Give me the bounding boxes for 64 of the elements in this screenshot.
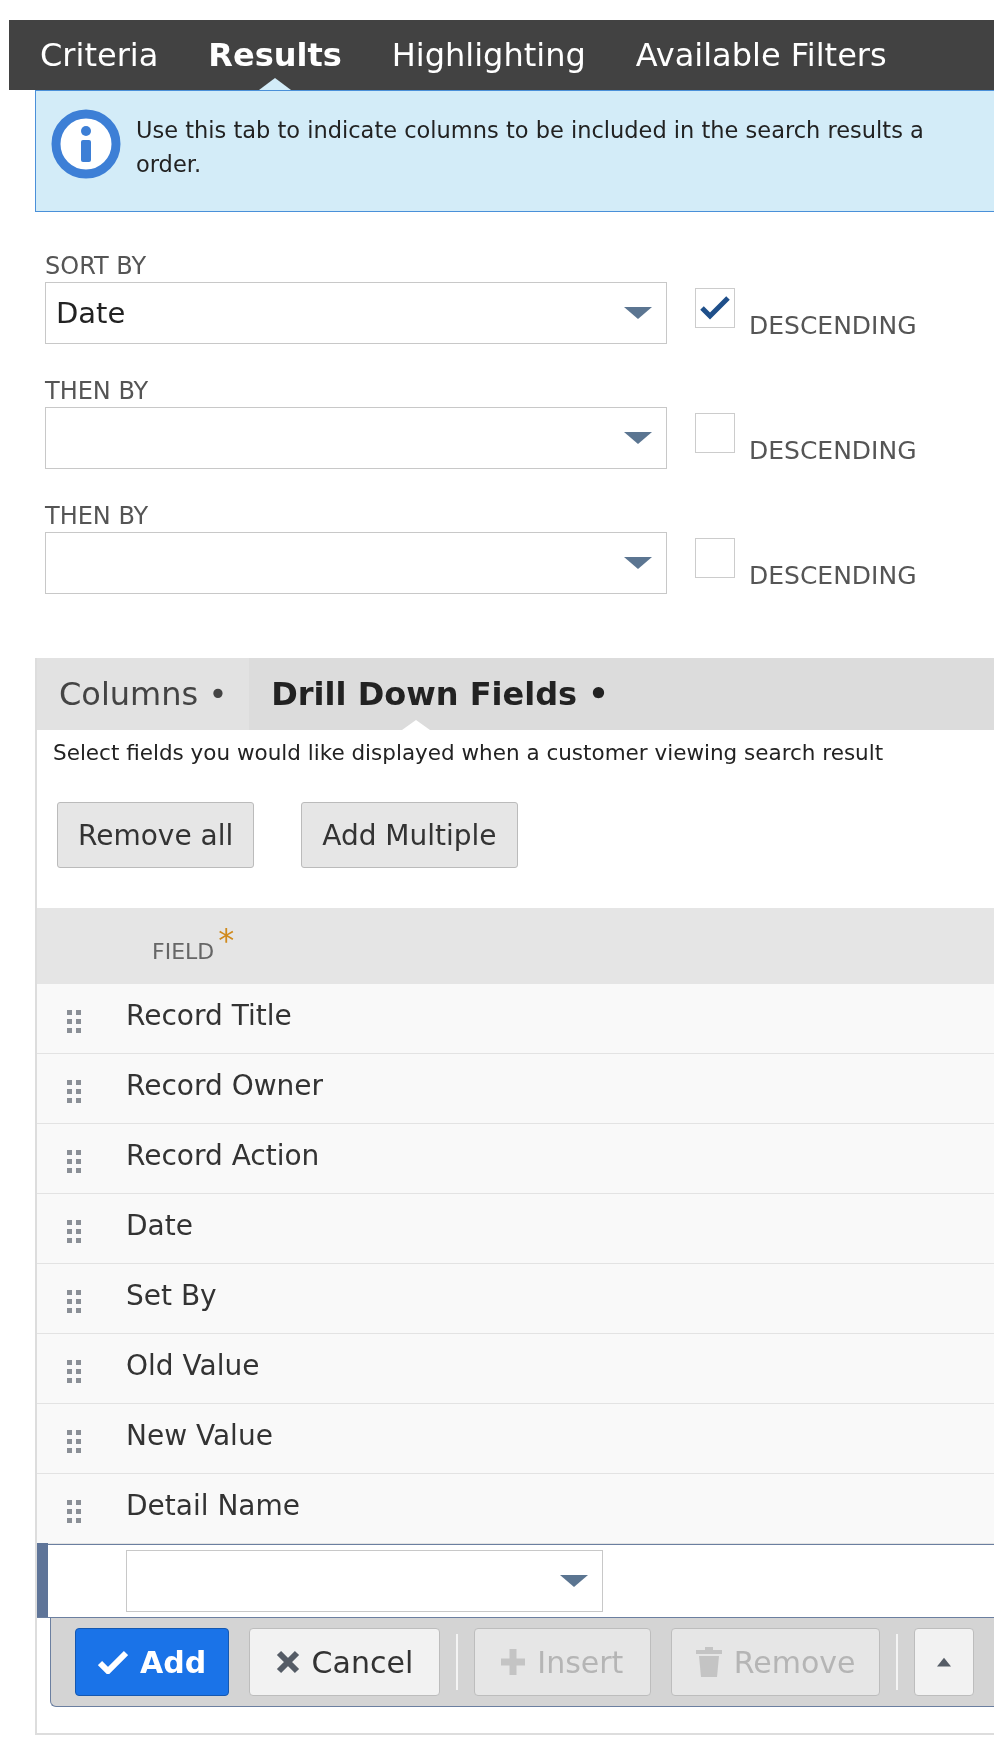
drag-handle-icon [67,1360,81,1383]
tab[interactable]: Highlighting [391,20,586,90]
checkbox-label: DESCENDING [749,310,917,340]
dropdown-field[interactable] [45,407,667,469]
add-button[interactable]: Add [75,1628,230,1696]
drag-handle-icon [67,1220,81,1243]
required-mark: * [218,921,235,959]
table-row[interactable]: Record Action [37,1124,994,1194]
tab[interactable]: Available Filters [635,20,887,90]
dropdown-field[interactable]: Date [45,282,667,344]
checkbox[interactable] [695,538,735,578]
field-label: THEN BY [45,501,150,532]
info-icon [50,108,122,180]
check-icon [700,295,730,321]
table-cell: Record Owner [126,1069,324,1102]
caret-icon [624,307,652,319]
caret-icon [624,432,652,444]
drag-handle-icon [67,1010,81,1033]
info-text: Use this tab to indicate columns to be included in the search results a [136,116,924,145]
dropdown-field[interactable] [45,532,667,594]
table-row[interactable]: Set By [37,1264,994,1334]
subtab[interactable]: Drill Down Fields • [249,658,631,730]
table-cell: Date [126,1209,193,1242]
table-row[interactable]: Record Owner [37,1054,994,1124]
dropdown-field[interactable] [126,1550,603,1612]
tab[interactable]: Results [208,20,342,90]
action-button[interactable]: Remove all [57,802,255,868]
subtab[interactable]: Columns • [37,658,250,730]
checkbox[interactable] [695,288,735,328]
table-cell: Old Value [126,1349,260,1382]
table-cell: Record Title [126,999,292,1032]
check-icon [98,1650,128,1674]
arrow-icon [937,1657,951,1667]
checkbox-label: DESCENDING [749,435,917,465]
info-text: order. [136,150,203,179]
drag-handle-icon [67,1500,81,1523]
cancel-button[interactable]: Cancel [249,1628,440,1696]
drag-handle-icon [67,1290,81,1313]
description-text: Select fields you would like displayed when a customer viewing search result [53,739,885,767]
close-icon [275,1650,300,1674]
table-row[interactable]: Date [37,1194,994,1264]
table-cell: Set By [126,1279,217,1312]
table-row[interactable]: Detail Name [37,1474,994,1544]
field-label: SORT BY [45,251,148,282]
drag-handle-icon [67,1430,81,1453]
table-cell: Detail Name [126,1489,300,1522]
checkbox-label: DESCENDING [749,560,917,590]
plus-icon [501,1649,526,1675]
trash-icon [695,1647,722,1677]
tab[interactable]: Criteria [40,20,159,90]
field-label: THEN BY [45,376,150,407]
drag-handle-icon [67,1080,81,1103]
caret-icon [560,1575,588,1587]
caret-icon [624,557,652,569]
table-cell: New Value [126,1419,273,1452]
action-button[interactable]: Add Multiple [301,802,518,868]
checkbox[interactable] [695,413,735,453]
drag-handle-icon [67,1150,81,1173]
table-row[interactable]: Old Value [37,1334,994,1404]
table-cell: Record Action [126,1139,320,1172]
table-row[interactable]: New Value [37,1404,994,1474]
table-row[interactable]: Record Title [37,984,994,1054]
column-header: FIELD [152,938,215,964]
move-button[interactable] [914,1628,974,1696]
